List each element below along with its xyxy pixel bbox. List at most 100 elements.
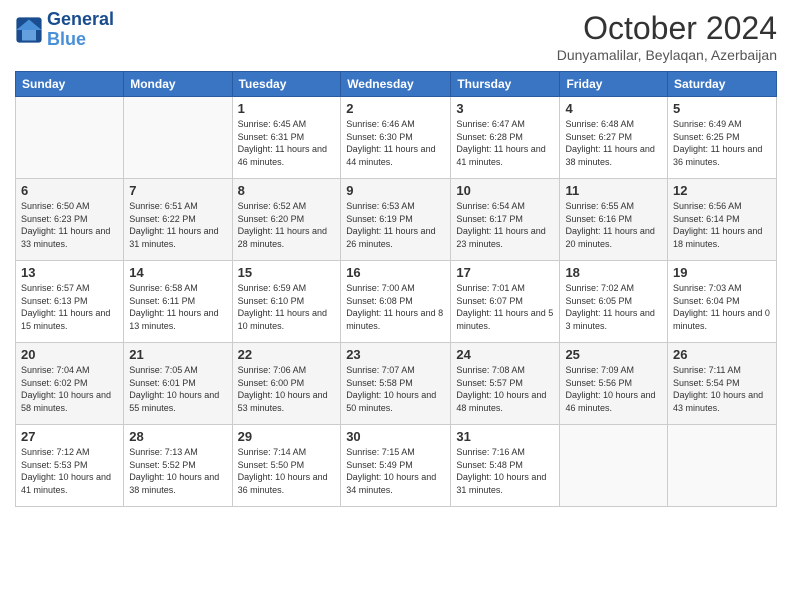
calendar-day-cell: 8 Sunrise: 6:52 AM Sunset: 6:20 PM Daylig…	[232, 179, 341, 261]
day-number: 28	[129, 429, 226, 444]
calendar-day-cell: 19 Sunrise: 7:03 AM Sunset: 6:04 PM Dayli…	[668, 261, 777, 343]
calendar-header-cell: Wednesday	[341, 72, 451, 97]
calendar-day-cell: 3 Sunrise: 6:47 AM Sunset: 6:28 PM Daylig…	[451, 97, 560, 179]
calendar-day-cell: 17Sunrise: 7:01 AM Sunset: 6:07 PM Dayli…	[451, 261, 560, 343]
day-number: 1	[238, 101, 336, 116]
calendar-day-cell: 16Sunrise: 7:00 AM Sunset: 6:08 PM Dayli…	[341, 261, 451, 343]
day-number: 3	[456, 101, 554, 116]
day-number: 12	[673, 183, 771, 198]
location: Dunyamalilar, Beylaqan, Azerbaijan	[557, 47, 777, 63]
calendar-day-cell: 21 Sunrise: 7:05 AM Sunset: 6:01 PM Dayli…	[124, 343, 232, 425]
day-detail: Sunrise: 7:16 AM Sunset: 5:48 PM Dayligh…	[456, 446, 554, 496]
logo: General Blue	[15, 10, 114, 50]
day-detail: Sunrise: 6:49 AM Sunset: 6:25 PM Dayligh…	[673, 118, 771, 168]
day-detail: Sunrise: 7:01 AM Sunset: 6:07 PM Dayligh…	[456, 282, 554, 332]
calendar-header-cell: Tuesday	[232, 72, 341, 97]
logo-line2: Blue	[47, 30, 114, 50]
calendar-day-cell: 4Sunrise: 6:48 AM Sunset: 6:27 PM Daylig…	[560, 97, 668, 179]
calendar-day-cell: 29 Sunrise: 7:14 AM Sunset: 5:50 PM Dayli…	[232, 425, 341, 507]
day-detail: Sunrise: 6:55 AM Sunset: 6:16 PM Dayligh…	[565, 200, 662, 250]
calendar-header-cell: Friday	[560, 72, 668, 97]
day-detail: Sunrise: 6:59 AM Sunset: 6:10 PM Dayligh…	[238, 282, 336, 332]
day-detail: Sunrise: 6:58 AM Sunset: 6:11 PM Dayligh…	[129, 282, 226, 332]
day-number: 22	[238, 347, 336, 362]
day-number: 29	[238, 429, 336, 444]
calendar-day-cell: 20 Sunrise: 7:04 AM Sunset: 6:02 PM Dayli…	[16, 343, 124, 425]
day-detail: Sunrise: 6:50 AM Sunset: 6:23 PM Dayligh…	[21, 200, 118, 250]
calendar-day-cell	[16, 97, 124, 179]
day-number: 6	[21, 183, 118, 198]
day-detail: Sunrise: 7:12 AM Sunset: 5:53 PM Dayligh…	[21, 446, 118, 496]
calendar-week-row: 6 Sunrise: 6:50 AM Sunset: 6:23 PM Daylig…	[16, 179, 777, 261]
calendar-day-cell	[560, 425, 668, 507]
day-detail: Sunrise: 6:56 AM Sunset: 6:14 PM Dayligh…	[673, 200, 771, 250]
day-detail: Sunrise: 7:09 AM Sunset: 5:56 PM Dayligh…	[565, 364, 662, 414]
calendar-day-cell: 28Sunrise: 7:13 AM Sunset: 5:52 PM Dayli…	[124, 425, 232, 507]
calendar-header-cell: Sunday	[16, 72, 124, 97]
day-detail: Sunrise: 6:54 AM Sunset: 6:17 PM Dayligh…	[456, 200, 554, 250]
day-number: 25	[565, 347, 662, 362]
day-number: 18	[565, 265, 662, 280]
calendar-day-cell: 11 Sunrise: 6:55 AM Sunset: 6:16 PM Dayli…	[560, 179, 668, 261]
calendar-day-cell: 30Sunrise: 7:15 AM Sunset: 5:49 PM Dayli…	[341, 425, 451, 507]
day-number: 13	[21, 265, 118, 280]
calendar: SundayMondayTuesdayWednesdayThursdayFrid…	[15, 71, 777, 507]
day-detail: Sunrise: 6:47 AM Sunset: 6:28 PM Dayligh…	[456, 118, 554, 168]
calendar-day-cell: 12 Sunrise: 6:56 AM Sunset: 6:14 PM Dayli…	[668, 179, 777, 261]
day-detail: Sunrise: 6:51 AM Sunset: 6:22 PM Dayligh…	[129, 200, 226, 250]
day-number: 7	[129, 183, 226, 198]
month-title: October 2024	[557, 10, 777, 47]
calendar-day-cell: 31 Sunrise: 7:16 AM Sunset: 5:48 PM Dayli…	[451, 425, 560, 507]
header: General Blue October 2024 Dunyamalilar, …	[15, 10, 777, 63]
day-detail: Sunrise: 7:06 AM Sunset: 6:00 PM Dayligh…	[238, 364, 336, 414]
page: General Blue October 2024 Dunyamalilar, …	[0, 0, 792, 612]
calendar-day-cell: 22 Sunrise: 7:06 AM Sunset: 6:00 PM Dayli…	[232, 343, 341, 425]
day-detail: Sunrise: 7:05 AM Sunset: 6:01 PM Dayligh…	[129, 364, 226, 414]
day-detail: Sunrise: 7:02 AM Sunset: 6:05 PM Dayligh…	[565, 282, 662, 332]
calendar-header-cell: Saturday	[668, 72, 777, 97]
calendar-day-cell: 5 Sunrise: 6:49 AM Sunset: 6:25 PM Daylig…	[668, 97, 777, 179]
day-number: 20	[21, 347, 118, 362]
day-detail: Sunrise: 7:15 AM Sunset: 5:49 PM Dayligh…	[346, 446, 445, 496]
calendar-day-cell: 9Sunrise: 6:53 AM Sunset: 6:19 PM Daylig…	[341, 179, 451, 261]
calendar-day-cell: 15 Sunrise: 6:59 AM Sunset: 6:10 PM Dayli…	[232, 261, 341, 343]
day-detail: Sunrise: 6:57 AM Sunset: 6:13 PM Dayligh…	[21, 282, 118, 332]
day-detail: Sunrise: 7:14 AM Sunset: 5:50 PM Dayligh…	[238, 446, 336, 496]
calendar-day-cell: 13 Sunrise: 6:57 AM Sunset: 6:13 PM Dayli…	[16, 261, 124, 343]
day-detail: Sunrise: 7:03 AM Sunset: 6:04 PM Dayligh…	[673, 282, 771, 332]
day-number: 15	[238, 265, 336, 280]
calendar-day-cell: 10Sunrise: 6:54 AM Sunset: 6:17 PM Dayli…	[451, 179, 560, 261]
day-number: 26	[673, 347, 771, 362]
calendar-week-row: 13 Sunrise: 6:57 AM Sunset: 6:13 PM Dayli…	[16, 261, 777, 343]
day-number: 2	[346, 101, 445, 116]
logo-text: General Blue	[47, 10, 114, 50]
day-detail: Sunrise: 6:45 AM Sunset: 6:31 PM Dayligh…	[238, 118, 336, 168]
day-number: 8	[238, 183, 336, 198]
calendar-week-row: 20 Sunrise: 7:04 AM Sunset: 6:02 PM Dayli…	[16, 343, 777, 425]
calendar-day-cell: 6 Sunrise: 6:50 AM Sunset: 6:23 PM Daylig…	[16, 179, 124, 261]
calendar-day-cell: 1 Sunrise: 6:45 AM Sunset: 6:31 PM Daylig…	[232, 97, 341, 179]
day-number: 19	[673, 265, 771, 280]
day-number: 11	[565, 183, 662, 198]
day-number: 24	[456, 347, 554, 362]
day-number: 23	[346, 347, 445, 362]
calendar-day-cell: 27 Sunrise: 7:12 AM Sunset: 5:53 PM Dayli…	[16, 425, 124, 507]
day-number: 5	[673, 101, 771, 116]
calendar-day-cell	[124, 97, 232, 179]
calendar-week-row: 27 Sunrise: 7:12 AM Sunset: 5:53 PM Dayli…	[16, 425, 777, 507]
calendar-week-row: 1 Sunrise: 6:45 AM Sunset: 6:31 PM Daylig…	[16, 97, 777, 179]
day-detail: Sunrise: 7:07 AM Sunset: 5:58 PM Dayligh…	[346, 364, 445, 414]
calendar-day-cell: 26Sunrise: 7:11 AM Sunset: 5:54 PM Dayli…	[668, 343, 777, 425]
day-number: 31	[456, 429, 554, 444]
calendar-header-row: SundayMondayTuesdayWednesdayThursdayFrid…	[16, 72, 777, 97]
logo-icon	[15, 16, 43, 44]
logo-line1: General	[47, 10, 114, 30]
day-number: 21	[129, 347, 226, 362]
calendar-day-cell: 7 Sunrise: 6:51 AM Sunset: 6:22 PM Daylig…	[124, 179, 232, 261]
day-detail: Sunrise: 6:52 AM Sunset: 6:20 PM Dayligh…	[238, 200, 336, 250]
day-detail: Sunrise: 7:00 AM Sunset: 6:08 PM Dayligh…	[346, 282, 445, 332]
day-detail: Sunrise: 7:04 AM Sunset: 6:02 PM Dayligh…	[21, 364, 118, 414]
calendar-day-cell	[668, 425, 777, 507]
calendar-day-cell: 14Sunrise: 6:58 AM Sunset: 6:11 PM Dayli…	[124, 261, 232, 343]
day-number: 27	[21, 429, 118, 444]
